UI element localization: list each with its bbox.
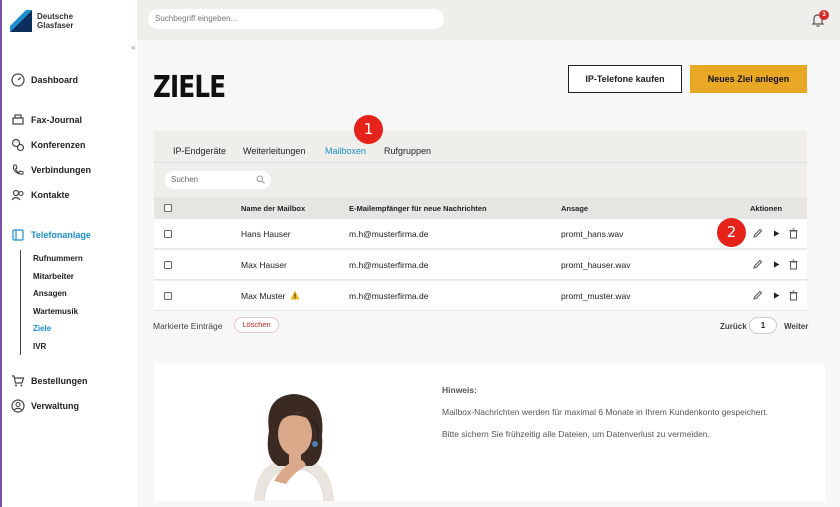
- annotation-marker-2: 2: [717, 218, 746, 247]
- sidebar: Deutsche Glasfaser « Dashboard Fax-Journ…: [0, 0, 137, 507]
- nav-verwaltung[interactable]: Verwaltung: [11, 399, 79, 413]
- support-person-illustration: [254, 394, 334, 501]
- header-email: E-Mailempfänger für neue Nachrichten: [349, 204, 487, 213]
- tab-divider: [154, 162, 807, 163]
- nav-label: Dashboard: [31, 75, 79, 85]
- subnav-ivr[interactable]: IVR: [33, 338, 83, 356]
- tab-mailboxen[interactable]: Mailboxen: [317, 146, 375, 163]
- delete-button[interactable]: Löschen: [234, 317, 279, 333]
- conference-icon: [11, 138, 25, 152]
- mailbox-email: m.h@musterfirma.de: [349, 291, 429, 301]
- marked-entries-label: Markierte Einträge: [153, 321, 223, 331]
- global-search-input[interactable]: Suchbegriff eingeben...: [148, 9, 444, 29]
- row-checkbox[interactable]: [164, 230, 172, 238]
- nav-dashboard[interactable]: Dashboard: [11, 73, 78, 87]
- nav-label: Telefonanlage: [31, 230, 91, 240]
- edit-icon[interactable]: [752, 259, 763, 270]
- nav-verbindungen[interactable]: Verbindungen: [11, 163, 91, 177]
- row-checkbox[interactable]: [164, 261, 172, 269]
- nav-fax-journal[interactable]: Fax-Journal: [11, 113, 82, 127]
- logo-mark-icon: [10, 10, 32, 32]
- search-placeholder: Suchen: [171, 175, 199, 184]
- nav-label: Verbindungen: [31, 165, 92, 175]
- phone-icon: [12, 164, 24, 175]
- search-icon: [256, 175, 265, 184]
- brand-logo[interactable]: Deutsche Glasfaser: [10, 10, 73, 32]
- mailbox-ansage: promt_muster.wav: [561, 291, 631, 301]
- play-icon[interactable]: [771, 228, 782, 239]
- page-title: ZIELE: [153, 70, 226, 105]
- hint-title: Hinweis:: [442, 385, 477, 395]
- user-admin-icon: [11, 399, 25, 413]
- phone-system-icon: [12, 229, 24, 241]
- fax-icon: [12, 114, 24, 125]
- pager-next[interactable]: Weiter: [784, 322, 808, 331]
- trash-icon[interactable]: [788, 259, 799, 270]
- header-name: Name der Mailbox: [241, 204, 306, 213]
- nav-konferenzen[interactable]: Konferenzen: [11, 138, 86, 152]
- mailbox-email: m.h@musterfirma.de: [349, 260, 429, 270]
- header-ansage: Ansage: [561, 204, 589, 213]
- edit-icon[interactable]: [752, 290, 763, 301]
- hint-text-2: Bitte sichern Sie frühzeitig alle Dateie…: [442, 429, 710, 439]
- nav-label: Konferenzen: [31, 140, 86, 150]
- subnav-rufnummern[interactable]: Rufnummern: [33, 250, 83, 268]
- trash-icon[interactable]: [788, 228, 799, 239]
- nav-bestellungen[interactable]: Bestellungen: [11, 374, 88, 388]
- select-all-checkbox[interactable]: [164, 204, 172, 212]
- dashboard-icon: [11, 73, 25, 87]
- header-aktionen: Aktionen: [750, 204, 783, 213]
- subnav-wartemusik[interactable]: Wartemusik: [33, 303, 83, 321]
- tab-weiterleitungen[interactable]: Weiterleitungen: [243, 146, 305, 163]
- mailbox-email: m.h@musterfirma.de: [349, 229, 429, 239]
- mailbox-ansage: promt_hauser.wav: [561, 260, 631, 270]
- nav-label: Kontakte: [31, 190, 70, 200]
- nav-kontakte[interactable]: Kontakte: [11, 188, 70, 202]
- buy-ip-phones-button[interactable]: IP-Telefone kaufen: [568, 65, 682, 93]
- telefonanlage-subnav: Rufnummern Mitarbeiter Ansagen Wartemusi…: [20, 250, 83, 355]
- notification-badge: 3: [819, 10, 829, 20]
- annotation-marker-1: 1: [354, 115, 383, 144]
- mailbox-name: Hans Hauser: [241, 229, 291, 239]
- cart-icon: [12, 375, 25, 387]
- tab-rufgruppen[interactable]: Rufgruppen: [384, 146, 431, 163]
- row-checkbox[interactable]: [164, 292, 172, 300]
- mailbox-ansage: promt_hans.wav: [561, 229, 624, 239]
- new-target-button[interactable]: Neues Ziel anlegen: [690, 65, 807, 93]
- contacts-icon: [11, 189, 24, 201]
- pager-prev[interactable]: Zurück: [720, 322, 747, 331]
- subnav-mitarbeiter[interactable]: Mitarbeiter: [33, 268, 83, 286]
- nav-label: Bestellungen: [31, 376, 88, 386]
- hint-text-1: Mailbox-Nachrichten werden für maximal 6…: [442, 407, 768, 417]
- tab-ip-endgeraete[interactable]: IP-Endgeräte: [173, 146, 226, 163]
- nav-telefonanlage[interactable]: Telefonanlage: [11, 228, 91, 242]
- brand-name: Deutsche Glasfaser: [37, 12, 74, 30]
- mailbox-name: Max Hauser: [241, 260, 287, 270]
- subnav-ziele[interactable]: Ziele: [33, 320, 83, 338]
- table-search-input[interactable]: Suchen: [165, 171, 271, 189]
- edit-icon[interactable]: [752, 228, 763, 239]
- nav-label: Verwaltung: [31, 401, 80, 411]
- warning-icon: [290, 290, 300, 300]
- trash-icon[interactable]: [788, 290, 799, 301]
- subnav-ansagen[interactable]: Ansagen: [33, 285, 83, 303]
- play-icon[interactable]: [771, 259, 782, 270]
- pager-current-page[interactable]: 1: [749, 317, 777, 334]
- play-icon[interactable]: [771, 290, 782, 301]
- mailbox-name: Max Muster: [241, 291, 286, 301]
- nav-label: Fax-Journal: [31, 115, 83, 125]
